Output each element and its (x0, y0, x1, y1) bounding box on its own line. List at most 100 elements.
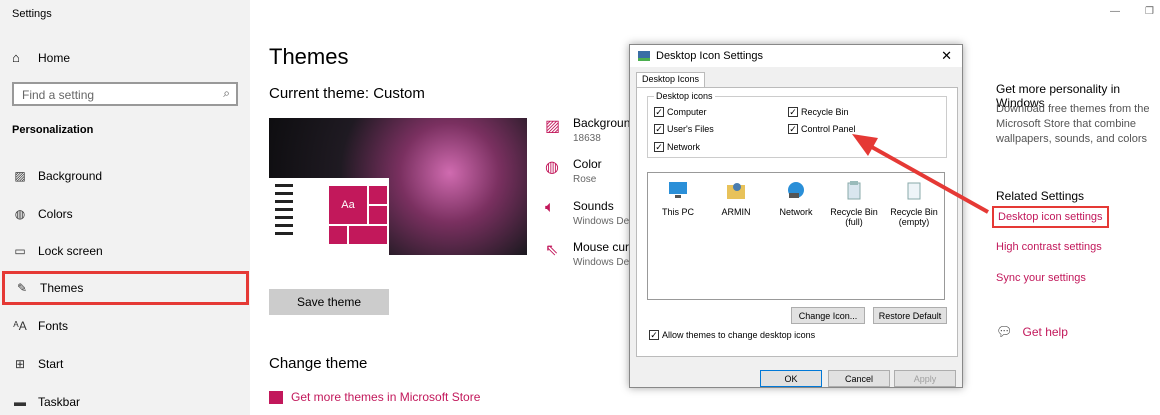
icon-label: This PC (661, 207, 694, 217)
change-icon-button[interactable]: Change Icon... (791, 307, 865, 324)
search-input[interactable]: Find a setting ⌕ (12, 82, 238, 106)
palette-icon: ◍ (545, 159, 559, 176)
preview-tile-small (329, 226, 347, 244)
checkbox-label: User's Files (667, 124, 714, 134)
lock-screen-icon: ▭ (14, 244, 26, 258)
allow-themes-checkbox[interactable]: ✓ Allow themes to change desktop icons (649, 330, 815, 340)
dialog-title: Desktop Icon Settings (656, 50, 764, 62)
apply-button[interactable]: Apply (894, 370, 956, 387)
network-checkbox[interactable]: ✓ Network (654, 142, 700, 152)
high-contrast-link[interactable]: High contrast settings (996, 241, 1102, 253)
get-help-label: Get help (1022, 325, 1068, 339)
save-theme-button[interactable]: Save theme (269, 289, 389, 315)
setting-title: Background (573, 116, 638, 130)
image-icon: ▨ (14, 169, 26, 183)
icon-label: Recycle Bin (full) (830, 207, 878, 227)
store-link[interactable]: Get more themes in Microsoft Store (269, 390, 480, 404)
dialog-app-icon (638, 51, 650, 61)
sidebar-item-label: Colors (38, 207, 73, 221)
recycle-bin-checkbox[interactable]: ✓ Recycle Bin (788, 107, 849, 117)
users-files-checkbox[interactable]: ✓ User's Files (654, 124, 714, 134)
help-chat-icon: 💬︎ (996, 324, 1013, 339)
setting-title: Sounds (573, 199, 614, 213)
sidebar-item-colors[interactable]: ◍ Colors (0, 197, 250, 231)
sidebar-item-label: Taskbar (38, 395, 81, 409)
network-item[interactable]: Network (766, 179, 826, 217)
get-help-link[interactable]: 💬︎ Get help (996, 324, 1068, 340)
restore-default-button[interactable]: Restore Default (873, 307, 947, 324)
sync-settings-link[interactable]: Sync your settings (996, 272, 1086, 284)
recycle-bin-empty-item[interactable]: Recycle Bin (empty) (884, 179, 944, 227)
checkbox-label: Allow themes to change desktop icons (662, 330, 816, 340)
network-globe-icon (788, 182, 804, 198)
user-folder-icon (727, 183, 745, 199)
palette-icon: ◍ (14, 207, 26, 221)
preview-tile-small (349, 226, 387, 244)
sidebar-item-fonts[interactable]: ᴬA Fonts (0, 309, 250, 343)
page-title: Themes (269, 44, 349, 69)
sidebar-item-start[interactable]: ⊞ Start (0, 347, 250, 381)
cancel-button[interactable]: Cancel (828, 370, 890, 387)
computer-checkbox[interactable]: ✓ Computer (654, 107, 707, 117)
this-pc-item[interactable]: This PC (648, 179, 708, 217)
checkbox-box: ✓ (654, 124, 664, 134)
desktop-icons-list: This PC ARMIN Network Recycle Bin (full)… (647, 172, 945, 300)
desktop-icon-settings-dialog: Desktop Icon Settings ✕ Desktop Icons De… (629, 44, 963, 388)
icon-label: Recycle Bin (empty) (890, 207, 938, 227)
start-icon: ⊞ (14, 357, 26, 371)
background-image-icon: ▨ (545, 118, 561, 135)
setting-sounds[interactable]: 🔈︎ Sounds Windows Def (545, 199, 632, 227)
home-label: Home (38, 50, 71, 65)
tab-panel: Desktop icons ✓ Computer ✓ Recycle Bin ✓ Us… (636, 87, 958, 357)
user-folder-item[interactable]: ARMIN (706, 179, 766, 217)
section-title: Personalization (12, 124, 94, 136)
checkbox-box: ✓ (788, 107, 798, 117)
search-icon[interactable]: ⌕ (223, 86, 230, 101)
maximize-icon[interactable]: ❐ (1145, 6, 1154, 17)
checkbox-label: Network (667, 142, 701, 152)
related-settings-heading: Related Settings (996, 189, 1085, 203)
sidebar-home[interactable]: ⌂ Home (12, 50, 70, 65)
search-placeholder: Find a setting (22, 88, 95, 102)
preview-menu-lines (275, 184, 297, 240)
store-link-label: Get more themes in Microsoft Store (291, 390, 481, 404)
sidebar-item-label: Themes (40, 281, 84, 295)
checkbox-box: ✓ (654, 107, 664, 117)
minimize-icon[interactable]: — (1110, 6, 1120, 17)
checkbox-label: Control Panel (801, 124, 856, 134)
setting-mouse-cursor[interactable]: ⇖ Mouse curso Windows Def (545, 240, 642, 268)
checkbox-label: Computer (667, 107, 707, 117)
desktop-icon-settings-link[interactable]: Desktop icon settings (992, 206, 1109, 228)
setting-background[interactable]: ▨ Background 18638 (545, 116, 637, 144)
sidebar-item-label: Start (38, 357, 64, 371)
setting-value: 18638 (573, 133, 601, 144)
checkbox-label: Recycle Bin (801, 107, 849, 117)
change-theme-heading: Change theme (269, 355, 368, 372)
preview-tile-small (369, 206, 387, 224)
sidebar-item-lock-screen[interactable]: ▭ Lock screen (0, 234, 250, 268)
sidebar-item-background[interactable]: ▨ Background (0, 159, 250, 193)
icon-label: Network (779, 207, 813, 217)
home-icon: ⌂ (12, 50, 20, 65)
setting-title: Color (573, 157, 602, 171)
checkbox-box: ✓ (649, 330, 659, 340)
recycle-bin-full-item[interactable]: Recycle Bin (full) (824, 179, 884, 227)
sidebar-item-themes[interactable]: ✎ Themes (2, 271, 249, 305)
group-label: Desktop icons (654, 91, 715, 101)
close-icon[interactable]: ✕ (941, 48, 952, 64)
control-panel-checkbox[interactable]: ✓ Control Panel (788, 124, 856, 134)
store-icon (269, 390, 283, 404)
sidebar-item-label: Background (38, 169, 103, 183)
cursor-icon: ⇖ (545, 242, 559, 259)
personality-description: Download free themes from the Microsoft … (996, 103, 1150, 145)
ok-button[interactable]: OK (760, 370, 822, 387)
sidebar-item-taskbar[interactable]: ▬ Taskbar (0, 385, 250, 415)
dialog-titlebar[interactable]: Desktop Icon Settings ✕ (630, 45, 962, 67)
setting-value: Rose (573, 174, 597, 185)
speaker-icon: 🔈︎ (545, 199, 555, 216)
sidebar-item-label: Fonts (38, 319, 69, 333)
tab-desktop-icons[interactable]: Desktop Icons (636, 72, 706, 88)
theme-preview: Aa (269, 118, 527, 255)
setting-color[interactable]: ◍ Color Rose (545, 157, 602, 185)
preview-tile: Aa (329, 186, 367, 224)
